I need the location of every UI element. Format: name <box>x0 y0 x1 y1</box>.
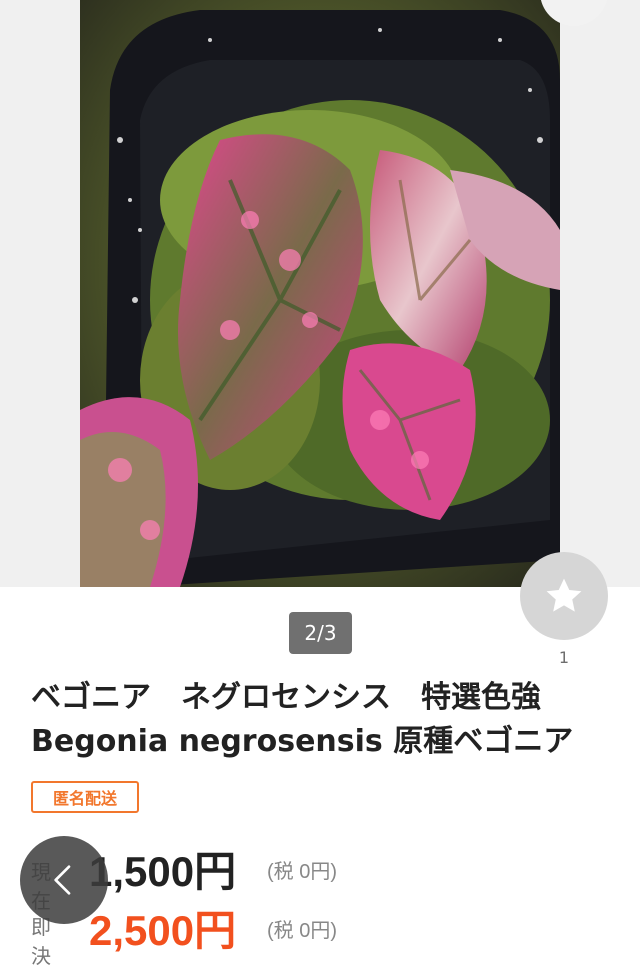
current-price-value: 1,500円 <box>89 848 237 895</box>
buy-now-price-value: 2,500円 <box>89 907 237 954</box>
buy-now-price-tax: (税 0円) <box>267 920 337 942</box>
favorite-button[interactable] <box>520 552 608 640</box>
product-photo[interactable] <box>80 0 560 587</box>
image-gallery[interactable] <box>0 0 640 587</box>
back-button[interactable] <box>20 836 108 924</box>
item-title: ベゴニア ネグロセンシス 特選色強 Begonia negrosensis 原種… <box>31 680 574 759</box>
plant-illustration <box>80 0 560 587</box>
anonymous-shipping-badge: 匿名配送 <box>31 781 139 813</box>
chevron-left-icon <box>54 865 71 895</box>
star-icon <box>546 578 582 612</box>
favorite-count: 1 <box>558 648 570 667</box>
current-price-tax: (税 0円) <box>267 861 337 883</box>
image-pager: 2/3 <box>289 612 352 654</box>
